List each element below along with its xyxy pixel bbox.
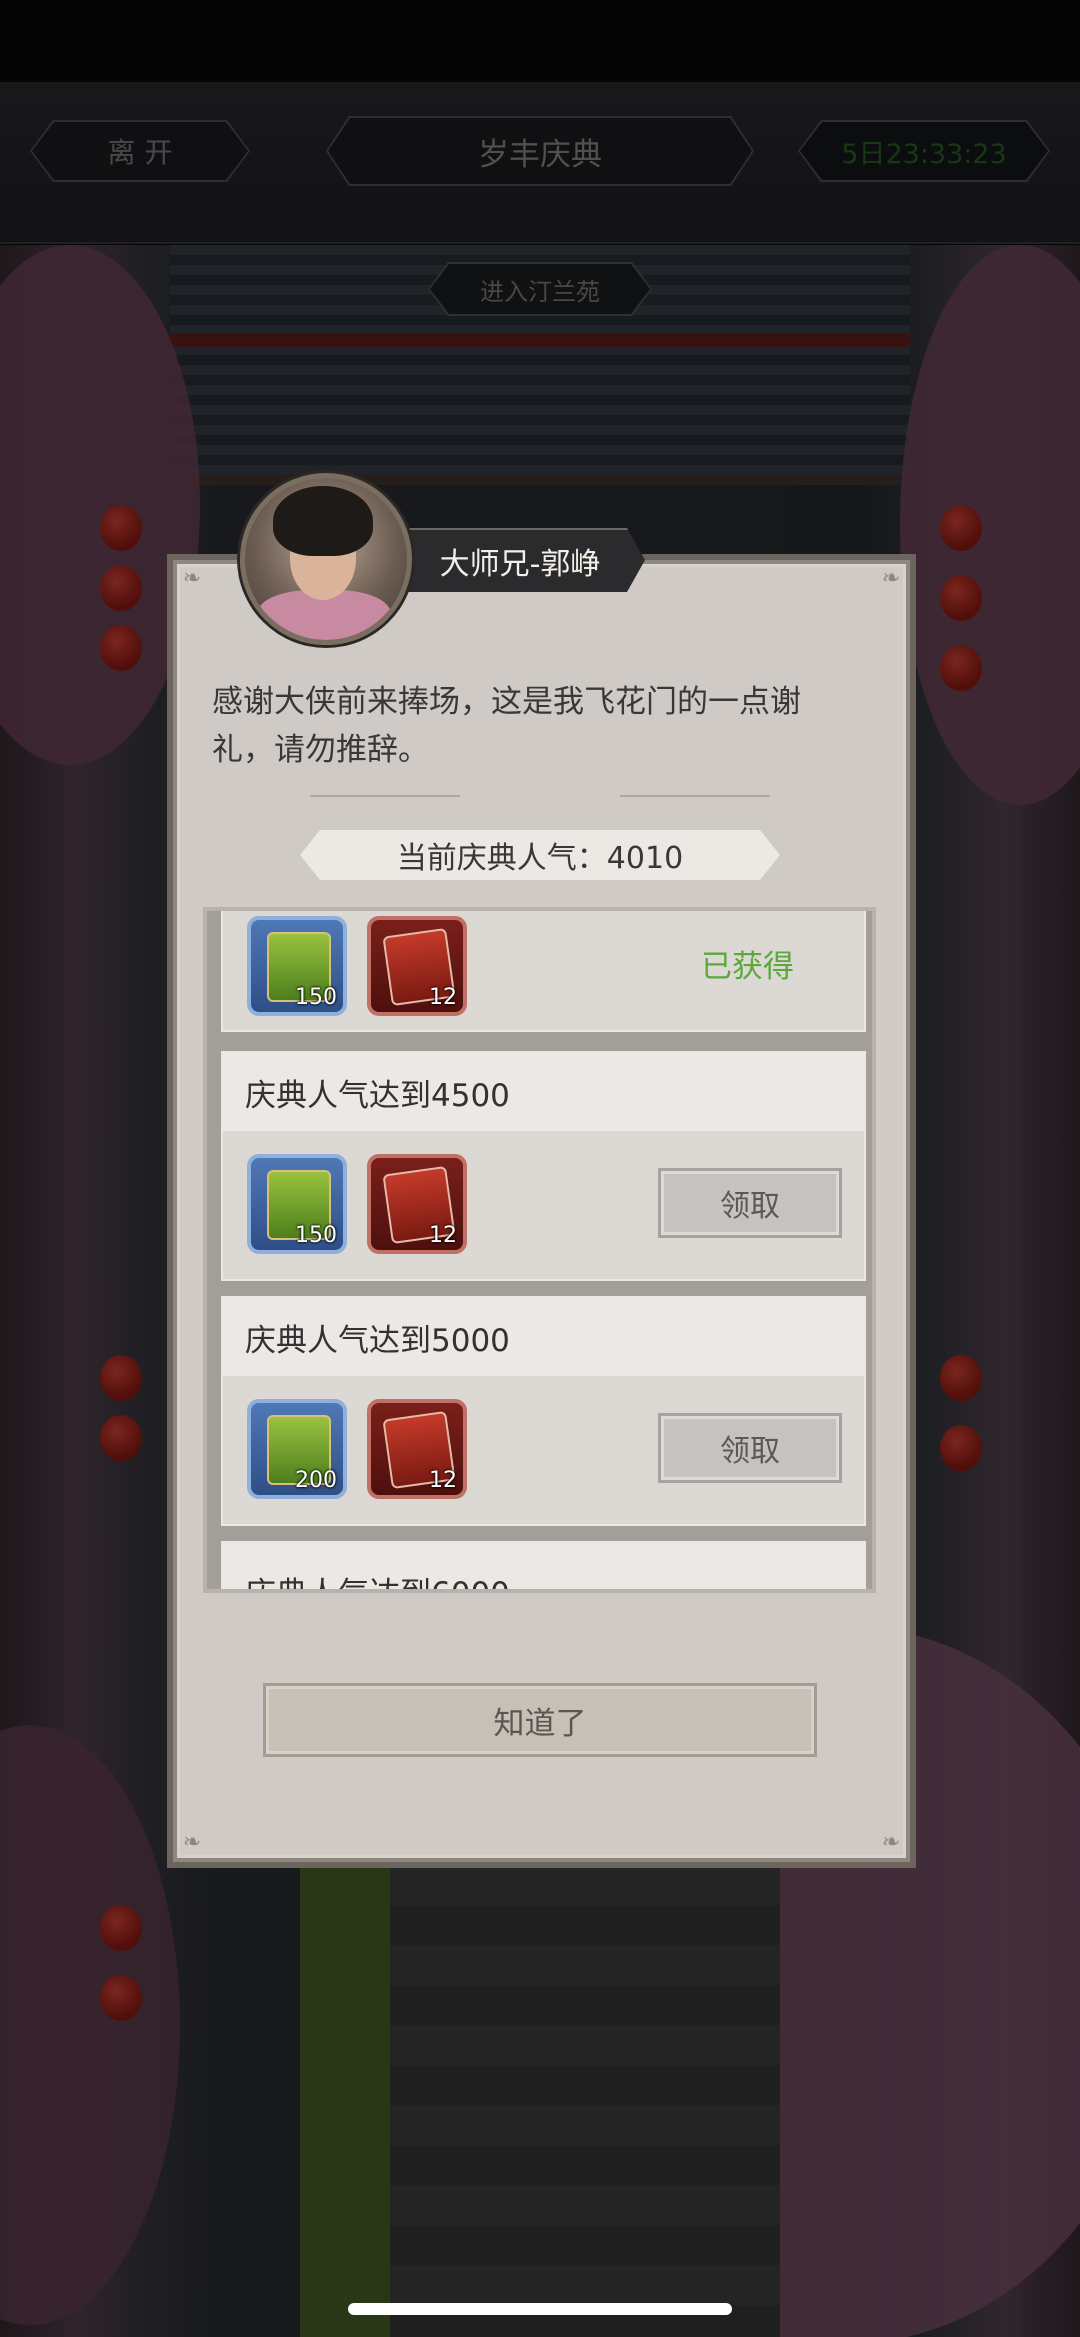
item-count: 150	[295, 985, 337, 1010]
top-bar: 离 开 岁丰庆典 5日23:33:23	[0, 82, 1080, 244]
lantern-icon	[940, 1355, 982, 1401]
item-count: 150	[295, 1223, 337, 1248]
lantern-icon	[100, 1905, 142, 1951]
item-count: 12	[429, 1223, 457, 1248]
item-count: 200	[295, 1468, 337, 1493]
blossom-tree-bottom-left	[0, 1725, 180, 2325]
grass-strip	[300, 1845, 390, 2337]
lantern-icon	[940, 1425, 982, 1471]
lantern-icon	[100, 505, 142, 551]
npc-avatar	[240, 473, 412, 645]
reward-list[interactable]: 150 12 已获得 庆典人气达到4500 150 12 领取 庆典人气达到50…	[203, 907, 876, 1593]
divider-left	[310, 795, 460, 797]
lantern-icon	[100, 1355, 142, 1401]
home-indicator[interactable]	[348, 2303, 732, 2315]
reward-entry: 庆典人气达到4500 150 12 领取	[221, 1051, 866, 1281]
got-it-button[interactable]: 知道了	[263, 1683, 817, 1757]
green-token-icon[interactable]: 150	[247, 916, 347, 1016]
reward-title: 庆典人气达到5000	[223, 1298, 864, 1376]
lantern-icon	[100, 565, 142, 611]
countdown-timer: 5日23:33:23	[800, 122, 1048, 180]
event-title: 岁丰庆典	[328, 118, 752, 184]
claim-button[interactable]: 领取	[658, 1168, 842, 1238]
reward-entry: 庆典人气达到6000	[221, 1541, 866, 1589]
green-token-icon[interactable]: 150	[247, 1154, 347, 1254]
npc-name-plate: 大师兄-郭峥	[395, 528, 645, 592]
claim-button[interactable]: 领取	[658, 1413, 842, 1483]
lantern-icon	[940, 645, 982, 691]
enter-garden-button[interactable]: 进入汀兰苑	[430, 264, 650, 314]
item-count: 12	[429, 985, 457, 1010]
popularity-banner: 当前庆典人气：4010	[300, 830, 780, 880]
item-count: 12	[429, 1468, 457, 1493]
lantern-icon	[940, 505, 982, 551]
blossom-tree-right	[900, 245, 1080, 805]
red-scroll-icon[interactable]: 12	[367, 1154, 467, 1254]
lantern-icon	[100, 625, 142, 671]
reward-entry: 庆典人气达到5000 200 12 领取	[221, 1296, 866, 1526]
divider-right	[620, 795, 770, 797]
green-token-icon[interactable]: 200	[247, 1399, 347, 1499]
reward-title: 庆典人气达到6000	[223, 1543, 864, 1589]
claimed-status: 已获得	[701, 949, 794, 985]
lantern-icon	[940, 575, 982, 621]
red-scroll-icon[interactable]: 12	[367, 916, 467, 1016]
leave-button[interactable]: 离 开	[32, 122, 248, 180]
lantern-icon	[100, 1415, 142, 1461]
lantern-icon	[100, 1975, 142, 2021]
reward-title: 庆典人气达到4500	[223, 1053, 864, 1131]
reward-entry: 150 12 已获得	[221, 911, 866, 1032]
dialog-message: 感谢大侠前来捧场，这是我飞花门的一点谢礼，请勿推辞。	[212, 684, 801, 768]
red-scroll-icon[interactable]: 12	[367, 1399, 467, 1499]
